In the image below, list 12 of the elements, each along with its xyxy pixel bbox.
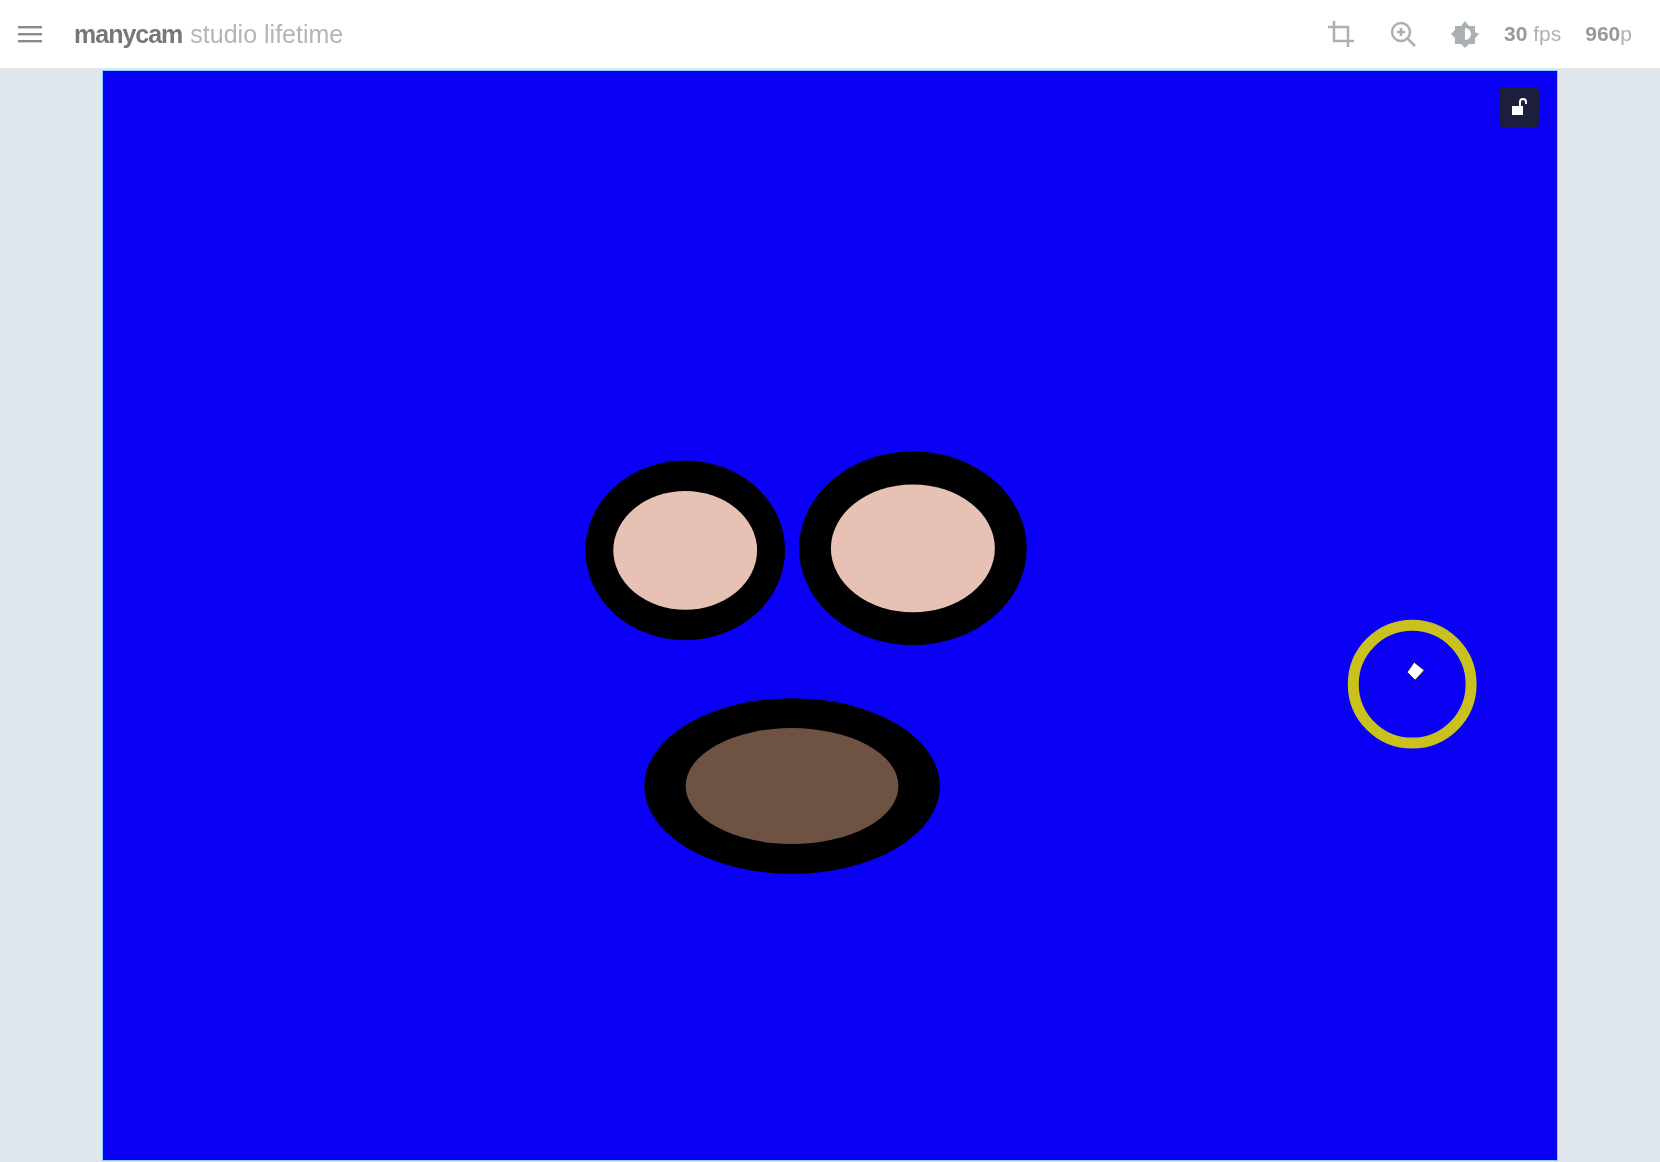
unlocked-padlock-icon xyxy=(1509,97,1529,117)
mouth-cutout[interactable] xyxy=(644,698,940,874)
eye-cutout[interactable] xyxy=(585,460,786,641)
resolution-label: 960p xyxy=(1585,22,1632,46)
lock-button[interactable] xyxy=(1499,87,1539,127)
brightness-icon[interactable] xyxy=(1450,19,1481,49)
crop-icon[interactable] xyxy=(1326,19,1357,49)
edition-label: studio lifetime xyxy=(190,19,344,49)
menu-icon[interactable] xyxy=(18,25,42,43)
fps-label: 30 fps xyxy=(1504,22,1562,46)
app-logo: manycam xyxy=(74,19,183,49)
eye-cutout[interactable] xyxy=(799,451,1027,646)
